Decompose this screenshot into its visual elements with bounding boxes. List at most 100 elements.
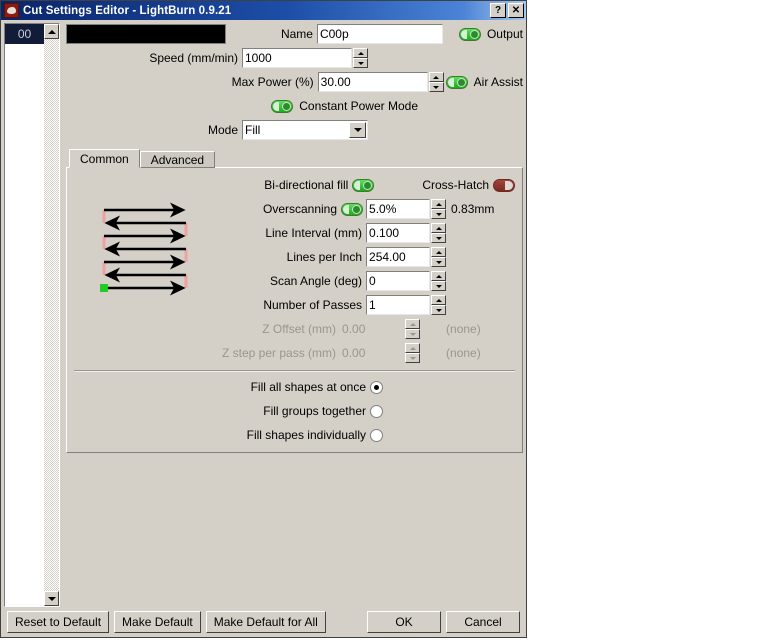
scan-angle-stepper-down[interactable] [431,281,447,291]
output-label: Output [486,27,523,41]
crosshatch-toggle[interactable] [493,178,515,192]
z-step-stepper-up [405,343,421,353]
overscanning-toggle[interactable] [341,202,364,216]
overscanning-stepper-down[interactable] [431,209,447,219]
scan-angle-label: Scan Angle (deg) [269,274,363,288]
line-interval-stepper-up[interactable] [431,223,447,233]
lines-per-inch-stepper-up[interactable] [431,247,447,257]
fill-groups-together-radio[interactable] [370,404,383,418]
z-step-per-pass-note: (none) [446,346,481,360]
triangle-down-icon [435,284,442,288]
line-interval-row: Line Interval (mm) 0.100 [222,222,547,244]
max-power-stepper[interactable] [428,72,444,92]
speed-label: Speed (mm/min) [149,51,238,65]
scroll-down-button[interactable] [44,591,59,606]
layer-list-scrollbar[interactable] [44,24,59,606]
overscanning-stepper-up[interactable] [431,199,447,209]
cancel-button[interactable]: Cancel [446,611,520,633]
reset-to-default-button[interactable]: Reset to Default [7,611,110,633]
lines-per-inch-input[interactable]: 254.00 [366,247,431,267]
air-assist-toggle[interactable] [445,75,468,89]
number-of-passes-stepper[interactable] [431,295,447,315]
close-icon[interactable]: ✕ [508,3,524,18]
mode-select[interactable]: Fill [242,120,368,140]
settings-form: Name C00p Output Speed (mm/min) 1000 Max… [66,23,523,607]
layer-color-swatch[interactable] [66,24,226,44]
max-power-label: Max Power (%) [231,75,314,89]
bidirectional-label: Bi-directional fill [264,178,349,192]
fill-option-row[interactable]: Fill shapes individually [72,424,517,446]
output-toggle[interactable] [458,27,481,41]
z-step-per-pass-label: Z step per pass (mm) [222,346,337,360]
number-of-passes-stepper-up[interactable] [431,295,447,305]
lines-per-inch-row: Lines per Inch 254.00 [222,246,547,268]
triangle-up-icon [47,29,56,34]
mode-selected-value: Fill [245,123,261,137]
overscanning-input[interactable]: 5.0% [366,199,431,219]
number-of-passes-input[interactable]: 1 [366,295,431,315]
number-of-passes-stepper-down[interactable] [431,305,447,315]
max-power-stepper-down[interactable] [428,82,444,92]
lines-per-inch-stepper-down[interactable] [431,257,447,267]
z-offset-note: (none) [446,322,481,336]
scroll-up-button[interactable] [44,24,59,39]
speed-stepper[interactable] [353,48,368,68]
fill-shapes-individually-radio[interactable] [370,428,383,442]
constant-power-label: Constant Power Mode [299,99,418,113]
name-input[interactable]: C00p [316,24,443,44]
triangle-up-icon [435,250,442,254]
tab-advanced[interactable]: Advanced [139,151,216,168]
scan-angle-stepper[interactable] [431,271,447,291]
lines-per-inch-label: Lines per Inch [286,250,363,264]
bidirectional-toggle[interactable] [352,178,375,192]
window-titlebar[interactable]: Cut Settings Editor - LightBurn 0.9.21 ?… [1,1,526,20]
layer-row-00[interactable]: 00 [5,24,44,44]
overscanning-stepper[interactable] [431,199,447,219]
z-offset-stepper-down [405,329,421,339]
scan-angle-input[interactable]: 0 [366,271,431,291]
layer-list[interactable]: 00 [4,23,60,607]
tab-common-label: Common [80,152,129,166]
speed-stepper-up[interactable] [353,48,368,58]
max-power-stepper-up[interactable] [428,72,444,82]
constant-power-toggle[interactable] [271,99,294,113]
speed-stepper-down[interactable] [353,58,368,68]
ok-button[interactable]: OK [367,611,441,633]
bidirectional-row: Bi-directional fill Cross-Hatch [72,174,517,196]
dialog-body: 00 Name C00p Output Speed (mm/min) 1000 … [1,20,526,607]
overscanning-mm-value: 0.83mm [451,202,495,216]
line-interval-stepper-down[interactable] [431,233,447,243]
triangle-down-icon [435,212,442,216]
z-step-per-pass-input: 0.00 [342,346,366,360]
max-power-input[interactable]: 30.00 [317,72,428,92]
triangle-down-icon [357,61,364,65]
make-default-button[interactable]: Make Default [114,611,201,633]
help-button[interactable]: ? [490,3,506,18]
tab-common[interactable]: Common [69,149,140,168]
chevron-down-icon[interactable] [349,122,366,138]
tab-widget: Common Advanced Bi-directional fill Cros… [66,149,523,453]
fill-all-shapes-at-once-radio[interactable] [370,380,383,394]
fill-mode-radio-group: Fill all shapes at once Fill groups toge… [72,376,517,446]
speed-input[interactable]: 1000 [242,48,352,68]
tab-strip: Common Advanced [66,149,523,168]
panel-divider [74,370,515,372]
make-default-for-all-button[interactable]: Make Default for All [205,611,326,633]
fill-option-row[interactable]: Fill all shapes at once [72,376,517,398]
triangle-up-icon [435,298,442,302]
fill-groups-together-label: Fill groups together [263,404,366,418]
line-interval-label: Line Interval (mm) [265,226,363,240]
common-panel-main: Overscanning 5.0% 0.83mm Line Interval (… [72,198,517,366]
triangle-down-icon [435,260,442,264]
triangle-down-icon [409,332,416,336]
line-interval-stepper[interactable] [431,223,447,243]
scan-angle-stepper-up[interactable] [431,271,447,281]
fill-shapes-individually-label: Fill shapes individually [246,428,366,442]
speed-row: Speed (mm/min) 1000 [66,47,523,69]
lines-per-inch-stepper[interactable] [431,247,447,267]
fill-option-row[interactable]: Fill groups together [72,400,517,422]
mode-label: Mode [207,123,238,137]
line-interval-input[interactable]: 0.100 [366,223,431,243]
z-offset-input: 0.00 [342,322,366,336]
triangle-up-icon [433,75,440,79]
